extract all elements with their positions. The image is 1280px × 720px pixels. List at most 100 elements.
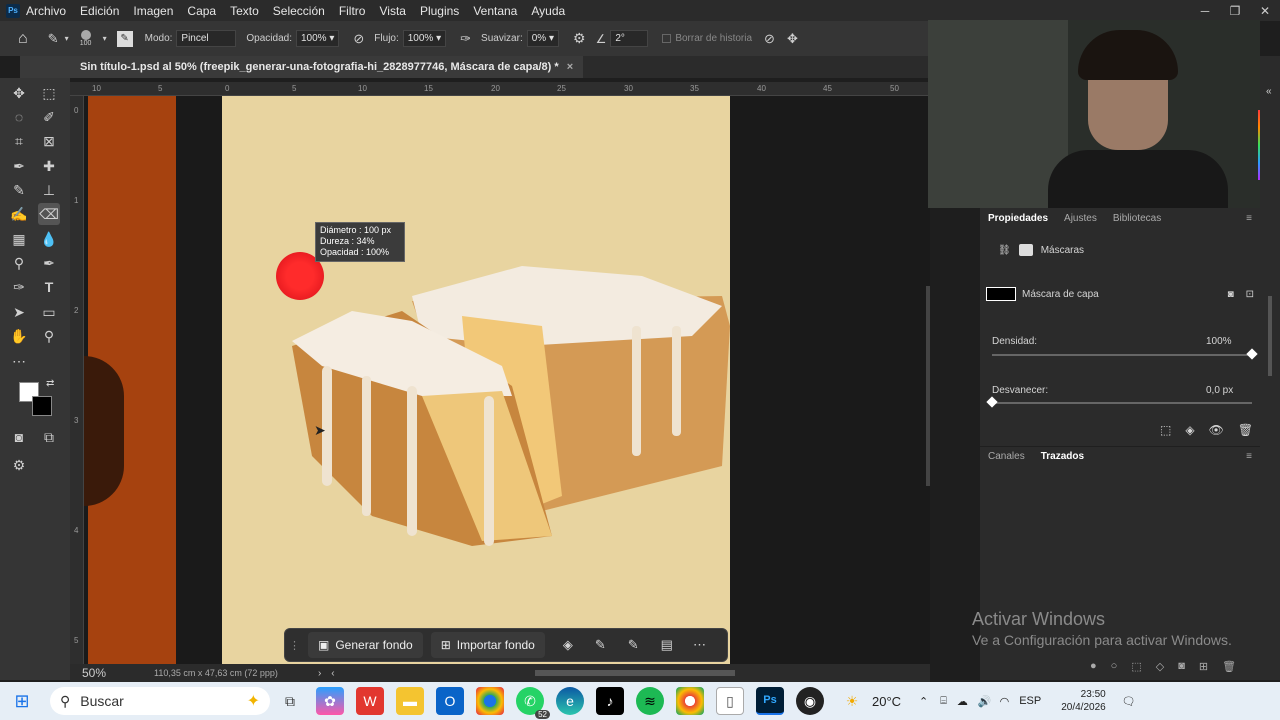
dodge-tool-icon[interactable]: ⚲ [8, 252, 30, 274]
obs-icon[interactable]: ◉ [796, 687, 824, 715]
menu-seleccion[interactable]: Selección [273, 4, 325, 18]
chrome-icon[interactable] [476, 687, 504, 715]
gradient-tool-icon[interactable]: ▦ [8, 228, 30, 250]
more-options-icon[interactable]: ⋯ [693, 637, 706, 653]
canvas-area[interactable]: ➤ [84, 96, 930, 664]
zoom-tool-icon[interactable]: ⚲ [38, 325, 60, 347]
menu-ayuda[interactable]: Ayuda [531, 4, 565, 18]
language-indicator[interactable]: ESP [1019, 695, 1041, 707]
stroke-path-icon[interactable]: ○ [1111, 660, 1118, 673]
rectangle-tool-icon[interactable]: ▭ [38, 301, 60, 323]
zoom-level[interactable]: 50% [82, 666, 106, 680]
eraser-tool-icon[interactable]: ✎ [48, 31, 59, 47]
pixel-mask-icon[interactable]: ◙ [1228, 289, 1234, 300]
chevron-down-icon[interactable]: ▾ [103, 34, 107, 43]
blur-tool-icon[interactable]: 💧 [38, 228, 60, 250]
generar-fondo-button[interactable]: ▣ Generar fondo [308, 632, 423, 658]
eraser-tool-icon[interactable]: ⌫ [38, 203, 60, 225]
windows-start-icon[interactable]: ⊞ [8, 687, 36, 715]
tiktok-icon[interactable]: ♪ [596, 687, 624, 715]
screen-mode-icon[interactable]: ⧉ [38, 426, 60, 448]
lasso-tool-icon[interactable]: ◌ [8, 106, 30, 128]
desvanecer-slider-knob[interactable] [986, 396, 998, 408]
densidad-slider-track[interactable] [992, 354, 1252, 356]
photoshop-taskbar-icon[interactable]: Ps [756, 687, 784, 715]
apply-mask-icon[interactable]: ◈ [1185, 423, 1194, 437]
panel-menu-icon[interactable]: ≡ [1246, 213, 1252, 224]
vector-mask-icon[interactable]: ⊡ [1246, 289, 1254, 300]
visibility-icon[interactable]: 👁 [1209, 423, 1224, 437]
background-color-swatch[interactable] [32, 396, 52, 416]
brush-settings-icon[interactable]: ✎ [116, 30, 133, 47]
swap-colors-icon[interactable]: ⇄ [46, 378, 54, 389]
cloud-icon[interactable]: ☁ [957, 695, 968, 708]
menu-texto[interactable]: Texto [230, 4, 259, 18]
tab-canales[interactable]: Canales [988, 451, 1025, 462]
move-tool-icon[interactable]: ✥ [8, 82, 30, 104]
crop-tool-icon[interactable]: ⌗ [8, 130, 30, 152]
document-icon[interactable]: ▯ [716, 687, 744, 715]
path-selection-tool-icon[interactable]: ➤ [8, 301, 30, 323]
healing-brush-tool-icon[interactable]: ✚ [38, 155, 60, 177]
symmetry-icon[interactable]: ✥ [787, 31, 798, 47]
suavizar-input[interactable]: 0% ▾ [526, 30, 559, 47]
network-icon[interactable]: ⌸ [940, 695, 947, 708]
pressure-size-icon[interactable]: ⊘ [764, 31, 775, 47]
tab-trazados[interactable]: Trazados [1041, 451, 1084, 462]
panel-scrollbar[interactable] [1268, 296, 1272, 376]
clone-stamp-tool-icon[interactable]: ⊥ [38, 179, 60, 201]
minimize-icon[interactable]: ─ [1190, 4, 1220, 18]
densidad-value[interactable]: 100% [1206, 336, 1232, 347]
spotify-icon[interactable]: ≋ [636, 687, 664, 715]
home-icon[interactable]: ⌂ [18, 30, 28, 48]
gear-icon[interactable]: ⚙ [573, 30, 586, 47]
tab-ajustes[interactable]: Ajustes [1064, 213, 1097, 224]
more-tools-icon[interactable]: ⋯ [8, 350, 30, 372]
chrome-profile-icon[interactable] [676, 687, 704, 715]
layer-mask-row[interactable]: Máscara de capa ◙ ⊡ [986, 280, 1254, 308]
hand-tool-icon[interactable]: ✋ [8, 325, 30, 347]
frame-tool-icon[interactable]: ⊠ [38, 130, 60, 152]
borrar-historia-checkbox[interactable] [662, 34, 672, 43]
wps-office-icon[interactable]: W [356, 687, 384, 715]
menu-vista[interactable]: Vista [379, 4, 405, 18]
tab-propiedades[interactable]: Propiedades [988, 213, 1048, 224]
desvanecer-slider-track[interactable] [992, 402, 1252, 404]
horizontal-scrollbar[interactable] [534, 670, 735, 676]
volume-icon[interactable]: 🔊 [978, 695, 992, 708]
new-path-icon[interactable]: ⊞ [1199, 660, 1208, 673]
document-tab[interactable]: Sin título-1.psd al 50% (freepik_generar… [20, 56, 584, 78]
airbrush-icon[interactable]: ✑ [460, 31, 471, 47]
type-tool-icon[interactable]: T [38, 276, 60, 298]
weather-temp[interactable]: 20°C [872, 694, 901, 709]
modo-select[interactable]: Pincel [176, 30, 237, 47]
menu-archivo[interactable]: Archivo [26, 4, 66, 18]
chevron-right-icon[interactable]: › [318, 668, 321, 679]
chevron-up-icon[interactable]: ⌃ [919, 695, 928, 708]
tab-bibliotecas[interactable]: Bibliotecas [1113, 213, 1161, 224]
pen-tool-alt-icon[interactable]: ✑ [8, 276, 30, 298]
menu-filtro[interactable]: Filtro [339, 4, 366, 18]
angle-input[interactable]: 2° [610, 30, 649, 47]
brush-add-icon[interactable]: ✎ [628, 637, 639, 653]
brush-icon[interactable]: ✎ [595, 637, 606, 653]
quick-mask-icon[interactable]: ◙ [8, 426, 30, 448]
double-chevron-icon[interactable]: « [1266, 86, 1272, 97]
copilot-icon[interactable]: ✿ [316, 687, 344, 715]
chevron-down-icon[interactable]: ▾ [65, 34, 69, 43]
menu-capa[interactable]: Capa [187, 4, 216, 18]
mask-icon[interactable]: ▤ [661, 637, 673, 653]
brush-preset-picker[interactable]: 100 [75, 30, 97, 47]
file-explorer-icon[interactable]: ▬ [396, 687, 424, 715]
importar-fondo-button[interactable]: ⊞ Importar fondo [430, 632, 545, 658]
wifi-icon[interactable]: ◠ [1000, 695, 1010, 708]
restore-icon[interactable]: ❐ [1220, 4, 1250, 18]
task-view-icon[interactable]: ⧉ [276, 687, 304, 715]
angle-icon[interactable]: ∠ [596, 32, 607, 46]
fill-icon[interactable]: ◈ [563, 637, 573, 653]
delete-mask-icon[interactable]: 🗑 [1238, 423, 1253, 437]
close-icon[interactable]: ✕ [1250, 4, 1280, 18]
canvas-vertical-scrollbar[interactable] [926, 286, 930, 486]
panel-menu-icon[interactable]: ≡ [1246, 451, 1252, 462]
add-mask-icon[interactable]: ◙ [1178, 660, 1185, 673]
